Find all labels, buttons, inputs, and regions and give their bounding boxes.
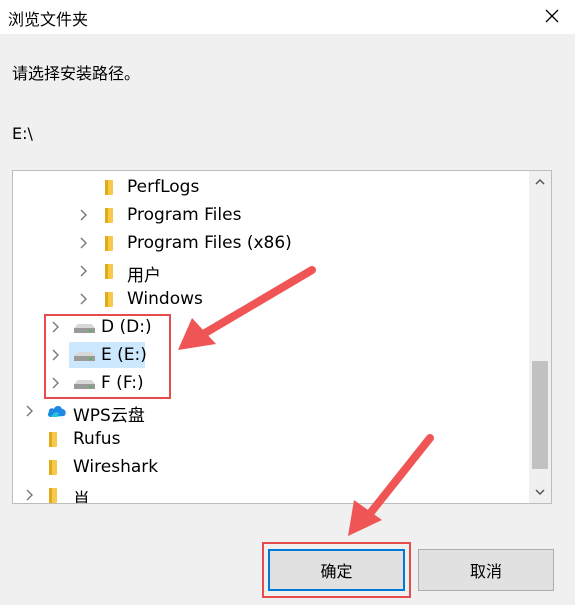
window-title: 浏览文件夹: [8, 10, 89, 29]
tree-item-perflogs[interactable]: PerfLogs: [13, 173, 527, 201]
tree-item-label: Program Files: [127, 205, 242, 225]
chevron-right-icon[interactable]: [76, 292, 90, 306]
drives-highlight-box: [44, 314, 171, 399]
folder-icon: [45, 457, 67, 477]
tree-item-program-files[interactable]: Program Files: [13, 201, 527, 229]
tree-item-wireshark[interactable]: Wireshark: [13, 453, 527, 481]
scroll-up-button[interactable]: [529, 171, 551, 193]
tree-item-xiao[interactable]: 肖: [13, 481, 527, 504]
tree-item-label: 肖: [73, 490, 90, 504]
vertical-scrollbar[interactable]: [529, 171, 551, 503]
cloud-icon: [45, 401, 67, 421]
close-icon: [545, 9, 559, 23]
scroll-down-button[interactable]: [529, 481, 551, 503]
tree-item-wps-cloud[interactable]: WPS云盘: [13, 397, 527, 426]
cancel-button[interactable]: 取消: [418, 549, 554, 591]
arrow-annotation-ok: [348, 434, 434, 536]
dialog-prompt: 请选择安装路径。: [12, 64, 141, 83]
folder-icon: [45, 429, 67, 449]
scrollbar-thumb[interactable]: [532, 361, 548, 469]
chevron-right-icon[interactable]: [76, 236, 90, 250]
tree-item-label: WPS云盘: [73, 406, 145, 426]
tree-item-label: Wireshark: [73, 457, 159, 477]
folder-icon: [101, 289, 123, 309]
tree-item-program-files-x86[interactable]: Program Files (x86): [13, 229, 527, 257]
folder-icon: [45, 485, 67, 503]
folder-icon: [101, 205, 123, 225]
chevron-right-icon[interactable]: [76, 208, 90, 222]
chevron-right-icon[interactable]: [22, 404, 36, 418]
tree-item-label: Rufus: [73, 429, 121, 449]
chevron-down-icon: [535, 489, 545, 496]
close-button[interactable]: [529, 0, 575, 32]
tree-item-label: 用户: [127, 266, 161, 286]
tree-item-label: PerfLogs: [127, 177, 200, 197]
chevron-right-icon[interactable]: [76, 264, 90, 278]
ok-button-highlight-box: [262, 542, 411, 598]
chevron-up-icon: [535, 178, 545, 185]
title-bar: 浏览文件夹: [0, 0, 575, 34]
folder-icon: [101, 261, 123, 281]
folder-icon: [101, 233, 123, 253]
current-path: E:\: [12, 124, 33, 143]
tree-item-rufus[interactable]: Rufus: [13, 425, 527, 453]
chevron-right-icon[interactable]: [22, 488, 36, 502]
tree-item-label: Program Files (x86): [127, 233, 292, 253]
arrow-annotation-drives: [178, 266, 316, 350]
folder-icon: [101, 177, 123, 197]
